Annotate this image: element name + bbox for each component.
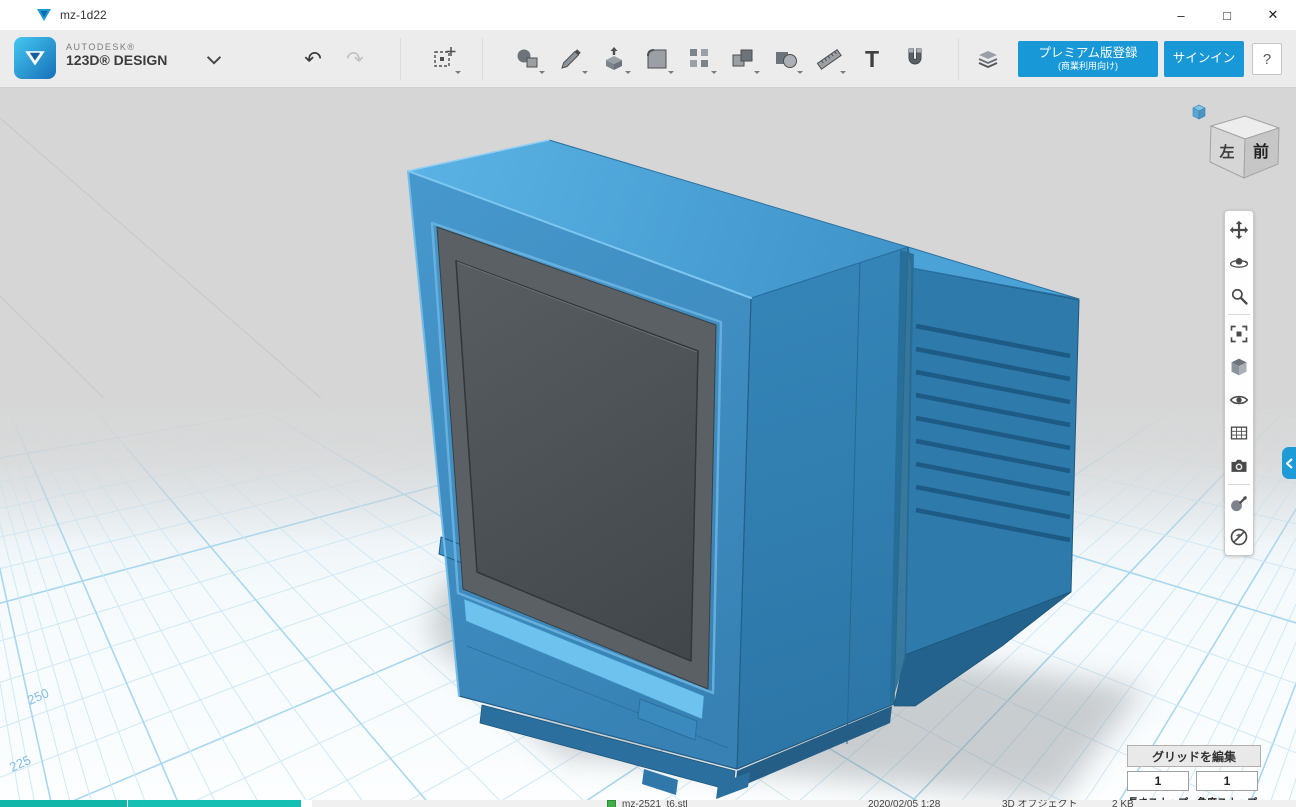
transform-tool-button[interactable]	[424, 38, 464, 80]
primitives-tool-button[interactable]	[508, 38, 548, 80]
toolbar-separator	[400, 38, 401, 80]
toolbar-separator	[958, 38, 959, 80]
parts-library-button[interactable]	[972, 43, 1004, 75]
text-tool-glyph: T	[865, 48, 879, 71]
view-cube-icon	[1229, 357, 1249, 377]
toolbar-divider	[1228, 314, 1250, 315]
brand-logo-icon	[20, 43, 50, 73]
grouping-tool-button[interactable]	[723, 38, 763, 80]
zoom-magnifier-icon	[1229, 286, 1249, 306]
main-menu-chevron[interactable]	[200, 48, 228, 72]
home-view-icon[interactable]	[1193, 105, 1205, 119]
brand-logo[interactable]	[14, 37, 56, 79]
modify-tool-button[interactable]	[637, 38, 677, 80]
text-tool-button[interactable]: T	[852, 38, 892, 80]
minimize-button[interactable]: –	[1158, 0, 1204, 30]
material-button[interactable]	[1225, 487, 1253, 520]
snap-magnet-icon	[902, 46, 928, 72]
signin-label: サインイン	[1173, 51, 1236, 67]
toolbar-separator	[482, 38, 483, 80]
transform-icon	[431, 46, 457, 72]
file-name[interactable]: mz-2521_t6.stl	[622, 800, 688, 807]
file-type: 3D オブジェクト	[1002, 800, 1078, 807]
redo-button[interactable]: ↷	[338, 42, 372, 76]
main-toolbar: AUTODESK® 123D® DESIGN ↶ ↷	[0, 30, 1296, 88]
fit-view-icon	[1229, 324, 1249, 344]
stl-file-icon	[607, 800, 616, 807]
pan-icon	[1229, 220, 1249, 240]
app-logo-icon	[36, 7, 52, 23]
file-size: 2 KB	[1112, 800, 1134, 807]
hide-icon	[1229, 527, 1249, 547]
sketch-pencil-icon	[558, 46, 584, 72]
premium-signup-button[interactable]: プレミアム版登録 (商業利用向け)	[1018, 41, 1158, 77]
combine-tool-button[interactable]	[766, 38, 806, 80]
cabinet-side	[737, 247, 908, 769]
snap-tool-button[interactable]	[895, 38, 935, 80]
length-snap-input[interactable]	[1127, 771, 1189, 791]
panel-expander-tab[interactable]	[1282, 447, 1296, 479]
rear-housing-face	[905, 268, 1079, 655]
sketch-tool-button[interactable]	[551, 38, 591, 80]
premium-label: プレミアム版登録	[1038, 46, 1137, 62]
zoom-button[interactable]	[1225, 279, 1253, 312]
visibility-button[interactable]	[1225, 383, 1253, 416]
primitives-icon	[515, 46, 541, 72]
measure-tool-button[interactable]	[809, 38, 849, 80]
measure-ruler-icon	[816, 46, 842, 72]
grouping-icon	[730, 46, 756, 72]
taskbar-segment[interactable]	[0, 800, 127, 807]
chevron-left-icon	[1286, 458, 1293, 469]
pan-button[interactable]	[1225, 213, 1253, 246]
material-icon	[1229, 494, 1249, 514]
taskbar-segment[interactable]	[128, 800, 301, 807]
premium-sublabel: (商業利用向け)	[1058, 61, 1118, 72]
grid-icon	[1229, 423, 1249, 443]
eye-icon	[1229, 390, 1249, 410]
chevron-down-icon	[206, 55, 222, 65]
viewport-canvas[interactable]: 250 225	[0, 88, 1296, 800]
angle-snap-input[interactable]	[1196, 771, 1258, 791]
brand-autodesk: AUTODESK®	[66, 42, 167, 52]
signin-button[interactable]: サインイン	[1164, 41, 1244, 77]
edit-grid-button[interactable]: グリッドを編集	[1127, 745, 1261, 767]
view-cube[interactable]: 左 前	[1183, 100, 1287, 192]
file-date: 2020/02/05 1:28	[868, 800, 940, 807]
construct-tool-button[interactable]	[594, 38, 634, 80]
stack-icon	[976, 47, 1000, 71]
close-button[interactable]: ✕	[1250, 0, 1296, 30]
app-window: mz-1d22 – □ ✕ AUTODESK® 123D® DESIGN ↶ ↷	[0, 0, 1296, 807]
modify-icon	[644, 46, 670, 72]
title-bar: mz-1d22 – □ ✕	[0, 0, 1296, 30]
pattern-icon	[687, 46, 713, 72]
help-button[interactable]: ?	[1252, 43, 1282, 75]
snapshot-button[interactable]	[1225, 449, 1253, 482]
undo-button[interactable]: ↶	[296, 42, 330, 76]
view-cube-front-label: 前	[1253, 142, 1269, 161]
scene-svg: 250 225	[0, 88, 1296, 800]
combine-icon	[773, 46, 799, 72]
background-windows-strip: mz-2521_t6.stl 2020/02/05 1:28 3D オブジェクト…	[0, 800, 1296, 807]
pattern-tool-button[interactable]	[680, 38, 720, 80]
view-cube-left-label: 左	[1218, 143, 1234, 161]
orbit-button[interactable]	[1225, 246, 1253, 279]
window-edge	[301, 800, 312, 807]
construct-icon	[601, 46, 627, 72]
grid-toggle-button[interactable]	[1225, 416, 1253, 449]
brand-product: 123D® DESIGN	[66, 52, 167, 68]
window-title: mz-1d22	[60, 8, 107, 22]
view-mode-button[interactable]	[1225, 350, 1253, 383]
toolbar-divider	[1228, 484, 1250, 485]
maximize-button[interactable]: □	[1204, 0, 1250, 30]
hide-solids-button[interactable]	[1225, 520, 1253, 553]
camera-icon	[1229, 456, 1249, 476]
orbit-icon	[1229, 253, 1249, 273]
navigation-toolbar	[1224, 210, 1254, 556]
brand-text: AUTODESK® 123D® DESIGN	[66, 42, 167, 68]
fit-view-button[interactable]	[1225, 317, 1253, 350]
